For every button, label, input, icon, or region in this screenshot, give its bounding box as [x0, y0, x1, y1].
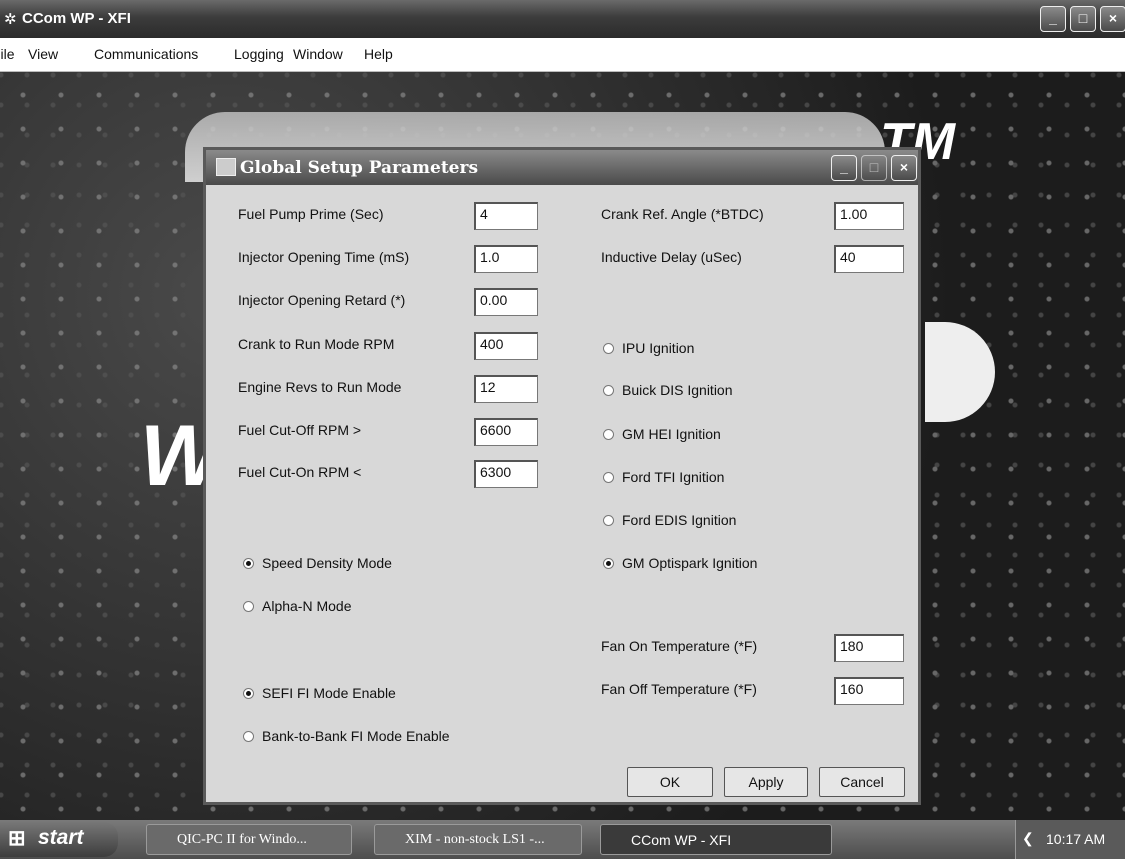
fuel-cut-off-field[interactable]: 6600 — [474, 418, 538, 446]
radio-label: Ford EDIS Ignition — [622, 512, 737, 528]
cancel-button[interactable]: Cancel — [819, 767, 905, 797]
gm-optispark-ignition-radio[interactable]: GM Optispark Ignition — [603, 555, 757, 571]
crank-to-run-rpm-label: Crank to Run Mode RPM — [238, 336, 395, 352]
menu-communications[interactable]: Communications — [94, 46, 198, 62]
menu-file[interactable]: File — [0, 46, 15, 62]
dialog-maximize-button: □ — [861, 155, 887, 181]
fan-off-temp-label: Fan Off Temperature (*F) — [601, 681, 757, 697]
close-button[interactable]: × — [1100, 6, 1125, 32]
radio-circle — [603, 342, 614, 354]
radio-label: GM Optispark Ignition — [622, 555, 758, 571]
injector-opening-time-label: Injector Opening Time (mS) — [238, 249, 410, 265]
bank-to-bank-mode-radio[interactable]: Bank-to-Bank FI Mode Enable — [243, 728, 450, 744]
inductive-delay-label: Inductive Delay (uSec) — [601, 249, 742, 265]
crank-to-run-rpm-field[interactable]: 400 — [474, 332, 538, 360]
app-icon: ✲ — [4, 11, 17, 28]
radio-circle-selected — [243, 557, 254, 569]
buick-dis-ignition-radio[interactable]: Buick DIS Ignition — [603, 382, 733, 398]
sefi-mode-radio[interactable]: SEFI FI Mode Enable — [243, 685, 396, 701]
radio-label: Bank-to-Bank FI Mode Enable — [262, 728, 450, 744]
injector-opening-time-field[interactable]: 1.0 — [474, 245, 538, 273]
dialog-title: Global Setup Parameters — [240, 158, 479, 178]
inductive-delay-field[interactable]: 40 — [834, 245, 904, 273]
dialog-close-button[interactable]: × — [891, 155, 917, 181]
menu-window[interactable]: Window — [293, 46, 343, 62]
radio-label: Speed Density Mode — [262, 555, 392, 571]
fan-off-temp-field[interactable]: 160 — [834, 677, 904, 705]
radio-label: SEFI FI Mode Enable — [262, 685, 396, 701]
system-tray: ❮ 10:17 AM — [1015, 820, 1125, 859]
radio-circle-selected — [603, 557, 614, 569]
menu-logging[interactable]: Logging — [234, 46, 284, 62]
menu-bar: File View Communications Logging Window … — [0, 38, 1125, 72]
engine-revs-field[interactable]: 12 — [474, 375, 538, 403]
maximize-button[interactable]: □ — [1070, 6, 1096, 32]
injector-opening-retard-label: Injector Opening Retard (*) — [238, 292, 406, 308]
minimize-button[interactable]: _ — [1040, 6, 1066, 32]
menu-view[interactable]: View — [28, 46, 58, 62]
fuel-pump-prime-label: Fuel Pump Prime (Sec) — [238, 206, 384, 222]
radio-label: GM HEI Ignition — [622, 426, 721, 442]
gm-hei-ignition-radio[interactable]: GM HEI Ignition — [603, 426, 721, 442]
alpha-n-mode-radio[interactable]: Alpha-N Mode — [243, 598, 352, 614]
crank-ref-angle-field[interactable]: 1.00 — [834, 202, 904, 230]
taskbar: ⊞ start QIC-PC II for Windo... XIM - non… — [0, 820, 1125, 859]
radio-label: Alpha-N Mode — [262, 598, 352, 614]
speed-density-mode-radio[interactable]: Speed Density Mode — [243, 555, 392, 571]
ok-button[interactable]: OK — [627, 767, 713, 797]
ford-tfi-ignition-radio[interactable]: Ford TFI Ignition — [603, 469, 724, 485]
dialog-app-icon — [216, 158, 236, 176]
radio-label: Ford TFI Ignition — [622, 469, 725, 485]
taskbar-item-label: QIC-PC II for Windo... — [177, 832, 307, 847]
window-title-bar: ✲ CCom WP - XFI _ □ × — [0, 0, 1125, 38]
fuel-pump-prime-field[interactable]: 4 — [474, 202, 538, 230]
fan-on-temp-field[interactable]: 180 — [834, 634, 904, 662]
fuel-cut-off-label: Fuel Cut-Off RPM > — [238, 422, 362, 438]
windows-logo-icon: ⊞ — [8, 827, 26, 850]
radio-circle — [603, 384, 614, 396]
taskbar-item-qic[interactable]: QIC-PC II for Windo... — [146, 824, 352, 855]
fuel-cut-on-field[interactable]: 6300 — [474, 460, 538, 488]
taskbar-item-label: CCom WP - XFI — [631, 832, 732, 848]
radio-label: IPU Ignition — [622, 340, 695, 356]
radio-circle — [603, 428, 614, 440]
radio-circle — [243, 600, 254, 612]
radio-circle — [603, 514, 614, 526]
engine-revs-label: Engine Revs to Run Mode — [238, 379, 402, 395]
ford-edis-ignition-radio[interactable]: Ford EDIS Ignition — [603, 512, 736, 528]
radio-circle — [243, 730, 254, 742]
start-button[interactable]: ⊞ start — [0, 822, 118, 857]
dialog-title-bar: Global Setup Parameters _ □ × — [206, 150, 918, 185]
apply-button[interactable]: Apply — [724, 767, 808, 797]
ipu-ignition-radio[interactable]: IPU Ignition — [603, 340, 694, 356]
taskbar-item-xim[interactable]: XIM - non-stock LS1 -... — [374, 824, 582, 855]
taskbar-item-ccom[interactable]: CCom WP - XFI — [600, 824, 832, 855]
fan-on-temp-label: Fan On Temperature (*F) — [601, 638, 758, 654]
crank-ref-angle-label: Crank Ref. Angle (*BTDC) — [601, 206, 764, 222]
clock: 10:17 AM — [1046, 831, 1106, 847]
fuel-cut-on-label: Fuel Cut-On RPM < — [238, 464, 362, 480]
taskbar-item-label: XIM - non-stock LS1 -... — [405, 832, 545, 847]
radio-label: Buick DIS Ignition — [622, 382, 733, 398]
start-label: start — [38, 826, 84, 849]
window-title: CCom WP - XFI — [22, 10, 131, 27]
global-setup-dialog: Global Setup Parameters _ □ × Fuel Pump … — [203, 147, 921, 805]
tray-expand-icon[interactable]: ❮ — [1022, 830, 1034, 847]
dialog-minimize-button[interactable]: _ — [831, 155, 857, 181]
radio-circle-selected — [243, 687, 254, 699]
radio-circle — [603, 471, 614, 483]
menu-help[interactable]: Help — [364, 46, 393, 62]
injector-opening-retard-field[interactable]: 0.00 — [474, 288, 538, 316]
